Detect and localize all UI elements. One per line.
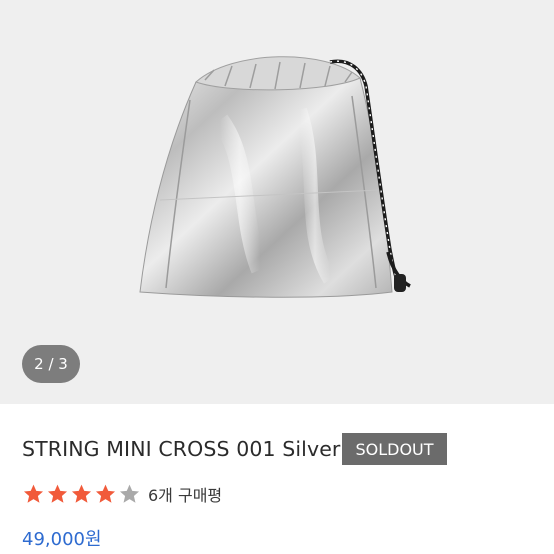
star-filled-icon (47, 484, 68, 503)
star-filled-icon (95, 484, 116, 503)
soldout-badge: SOLDOUT (342, 433, 447, 465)
rating-row[interactable]: 6개 구매평 (22, 482, 222, 506)
product-title: STRING MINI CROSS 001 Silver (22, 437, 341, 461)
title-row: STRING MINI CROSS 001 Silver SOLDOUT (22, 433, 447, 465)
review-count-link[interactable]: 6개 구매평 (148, 482, 222, 506)
image-counter: 2 / 3 (22, 345, 80, 383)
product-image (139, 56, 411, 298)
star-empty-icon (119, 484, 140, 503)
star-rating (22, 483, 142, 505)
product-price: 49,000원 (22, 529, 102, 550)
product-image-gallery[interactable]: 2 / 3 (0, 0, 554, 404)
product-info: STRING MINI CROSS 001 Silver SOLDOUT 6개 … (0, 404, 554, 554)
star-filled-icon (23, 484, 44, 503)
star-filled-icon (71, 484, 92, 503)
